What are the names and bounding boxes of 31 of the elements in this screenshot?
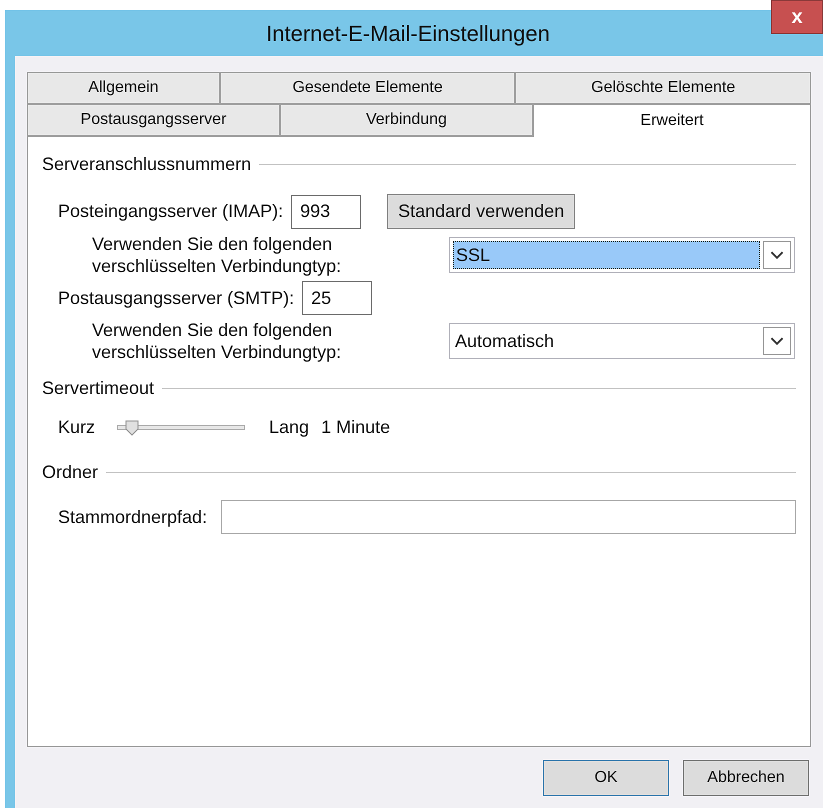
max-label: Lang (269, 416, 310, 439)
encryption-label: Verwenden Sie den folgenden verschlüsselten Verbindungtyp: (92, 319, 342, 363)
encryption-dropdown[interactable]: SSL (449, 237, 795, 273)
encryption-label: Verwenden Sie den folgenden verschlüsselten Verbindungtyp: (92, 233, 342, 277)
port-label: Posteingangsserver (IMAP): (58, 200, 284, 223)
slider-thumb[interactable] (124, 420, 139, 436)
tab[interactable]: Verbindung (280, 104, 533, 136)
dialog-button[interactable]: OK (543, 760, 669, 796)
timeout-slider[interactable] (117, 420, 246, 436)
port-field[interactable]: 993 (291, 194, 362, 228)
default-button[interactable]: Standard verwenden (387, 194, 576, 229)
chevron-down-icon (763, 241, 791, 269)
tab[interactable]: Allgemein (27, 72, 220, 104)
close-button[interactable]: x (771, 0, 823, 34)
window-title: Internet-E-Mail-Einstellungen (266, 20, 550, 48)
port-field[interactable]: 25 (302, 281, 372, 315)
root-path-label: Stammordnerpfad: (58, 506, 208, 529)
dialog-button[interactable]: Abbrechen (683, 760, 809, 796)
section-title: Serveranschlussnummern (42, 153, 252, 176)
chevron-down-icon (763, 327, 791, 355)
min-label: Kurz (58, 416, 96, 439)
section-title: Ordner (42, 461, 98, 484)
tab[interactable]: Postausgangsserver (27, 104, 280, 136)
tab[interactable]: Gesendete Elemente (220, 72, 516, 104)
tab[interactable]: Gelöschte Elemente (515, 72, 811, 104)
timeout-reading: 1 Minute (321, 416, 390, 439)
port-label: Postausgangsserver (SMTP): (58, 286, 294, 310)
root-path-field[interactable] (221, 500, 796, 534)
encryption-dropdown[interactable]: Automatisch (449, 323, 795, 359)
tab[interactable]: Erweitert (532, 104, 811, 137)
section-title: Servertimeout (42, 377, 154, 400)
